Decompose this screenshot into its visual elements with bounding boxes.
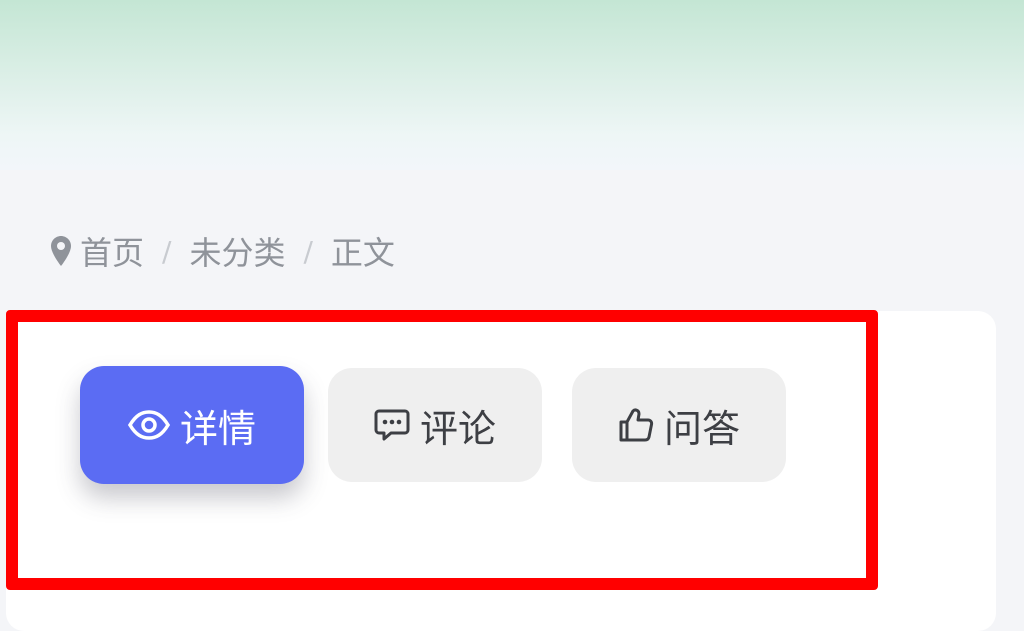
eye-icon [127,410,170,440]
breadcrumb-separator: / [162,234,172,268]
header-banner [0,0,1024,170]
location-pin-icon [50,235,72,267]
tab-qa-label: 问答 [663,406,740,451]
tab-qa[interactable]: 问答 [572,368,786,482]
tab-comments-label: 评论 [419,406,496,451]
thumbs-up-icon [618,407,654,443]
tab-comments[interactable]: 评论 [328,368,542,482]
breadcrumb-category[interactable]: 未分类 [189,228,285,274]
tab-details-label: 详情 [179,406,256,451]
breadcrumb-current: 正文 [330,234,395,272]
breadcrumb-home[interactable]: 首页 [80,228,144,274]
tab-details[interactable]: 详情 [80,366,304,484]
comment-icon [374,408,410,442]
breadcrumb-separator: / [303,234,313,268]
breadcrumb: 首页 / 未分类 / 正文 [50,226,395,276]
